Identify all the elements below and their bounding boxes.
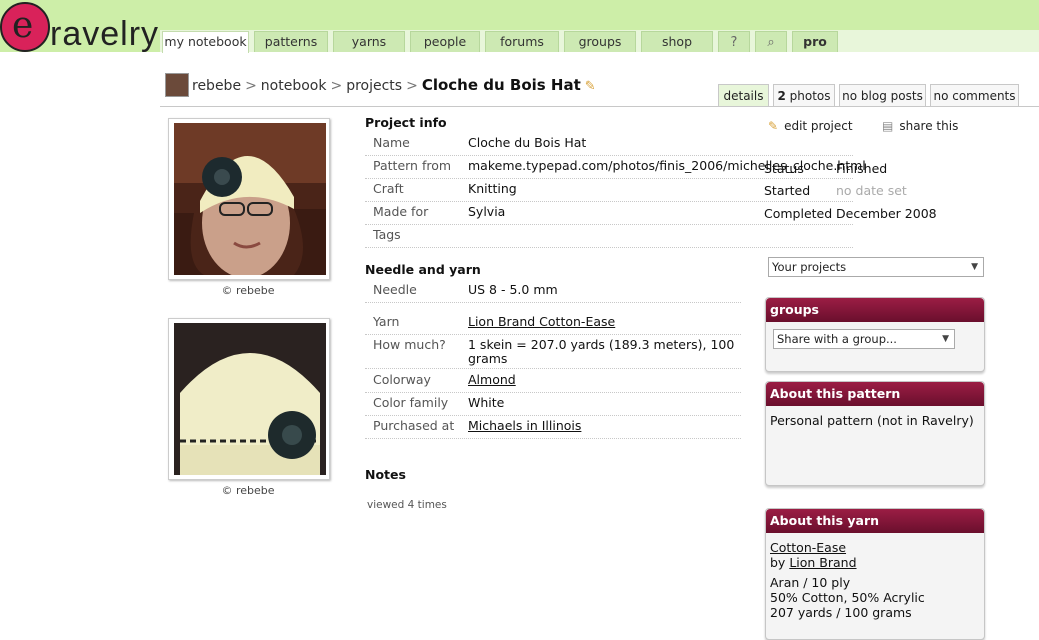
project-photo-2[interactable] bbox=[168, 318, 330, 480]
hat-on-head-photo bbox=[174, 123, 326, 275]
search-icon: ⌕ bbox=[767, 35, 775, 50]
yarn-weight: Aran / 10 ply bbox=[770, 575, 851, 590]
tab-my-notebook[interactable]: my notebook bbox=[162, 31, 249, 53]
about-pattern-panel: About this pattern Personal pattern (not… bbox=[765, 381, 985, 486]
share-this-link[interactable]: ▤ share this bbox=[882, 119, 958, 133]
how-much-row: How much? 1 skein = 207.0 yards (189.3 me… bbox=[365, 334, 741, 369]
tab-details[interactable]: details bbox=[718, 84, 769, 107]
colorway-link[interactable]: Almond bbox=[468, 369, 516, 391]
dropdown-arrow-icon: ▼ bbox=[942, 334, 949, 344]
view-count: viewed 4 times bbox=[367, 499, 447, 511]
status-value: Finished bbox=[836, 161, 888, 176]
yarn-fiber: 50% Cotton, 50% Acrylic bbox=[770, 590, 925, 605]
needle-row: Needle US 8 - 5.0 mm bbox=[365, 279, 741, 303]
help-icon: ? bbox=[730, 35, 738, 50]
about-yarn-title: About this yarn bbox=[766, 509, 984, 533]
pencil-icon[interactable]: ✎ bbox=[585, 79, 596, 94]
your-projects-select[interactable]: Your projects ▼ bbox=[768, 257, 984, 277]
breadcrumb-notebook[interactable]: notebook bbox=[261, 78, 327, 94]
dropdown-arrow-icon: ▼ bbox=[971, 262, 978, 272]
tab-forums[interactable]: forums bbox=[485, 31, 559, 52]
photo-caption: © rebebe bbox=[221, 284, 275, 297]
store-link[interactable]: Michaels in Illinois bbox=[468, 415, 581, 437]
yarn-name-link[interactable]: Cotton-Ease bbox=[770, 540, 980, 555]
about-pattern-title: About this pattern bbox=[766, 382, 984, 406]
breadcrumb-user[interactable]: rebebe bbox=[192, 78, 241, 94]
page-title: Cloche du Bois Hat bbox=[421, 76, 581, 94]
info-row-name: Name Cloche du Bois Hat bbox=[365, 132, 853, 156]
tab-yarns[interactable]: yarns bbox=[333, 31, 405, 52]
needle-yarn-heading: Needle and yarn bbox=[365, 262, 481, 277]
tab-pro[interactable]: pro bbox=[792, 31, 838, 52]
hat-flat-photo bbox=[174, 323, 326, 475]
logo-text: ravelry bbox=[50, 15, 160, 53]
photo-caption: © rebebe bbox=[221, 484, 275, 497]
yarn-yardage: 207 yards / 100 grams bbox=[770, 605, 912, 620]
tab-blog-posts[interactable]: no blog posts bbox=[839, 84, 926, 107]
share-group-select[interactable]: Share with a group... ▼ bbox=[773, 329, 955, 349]
tab-shop[interactable]: shop bbox=[641, 31, 713, 52]
groups-panel: groups Share with a group... ▼ bbox=[765, 297, 985, 372]
project-info-heading: Project info bbox=[365, 115, 447, 130]
breadcrumb-projects[interactable]: projects bbox=[346, 78, 402, 94]
notes-heading: Notes bbox=[365, 467, 406, 482]
started-value: no date set bbox=[836, 183, 907, 198]
status-block: Status Finished Started no date set Comple… bbox=[764, 161, 937, 221]
tab-groups[interactable]: groups bbox=[564, 31, 636, 52]
avatar[interactable] bbox=[165, 73, 189, 97]
divider bbox=[160, 106, 1039, 107]
ravelry-logo[interactable]: e ravelry bbox=[0, 0, 160, 55]
tab-photos[interactable]: 2 photos bbox=[773, 84, 835, 107]
logo-mark: e bbox=[0, 2, 50, 52]
purchased-at-row: Purchased at Michaels in Illinois bbox=[365, 415, 741, 439]
color-family-row: Color family White bbox=[365, 392, 741, 416]
tab-people[interactable]: people bbox=[410, 31, 480, 52]
yarn-brand-link[interactable]: Lion Brand bbox=[789, 555, 856, 570]
pencil-icon: ✎ bbox=[768, 119, 779, 133]
yarn-link[interactable]: Lion Brand Cotton-Ease bbox=[468, 311, 615, 333]
project-photo-1[interactable] bbox=[168, 118, 330, 280]
edit-project-link[interactable]: ✎ edit project bbox=[768, 119, 853, 133]
tab-comments[interactable]: no comments bbox=[930, 84, 1019, 107]
share-icon: ▤ bbox=[882, 119, 894, 133]
tab-patterns[interactable]: patterns bbox=[254, 31, 328, 52]
about-yarn-panel: About this yarn Cotton-Ease by Lion Bran… bbox=[765, 508, 985, 640]
colorway-row: Colorway Almond bbox=[365, 369, 741, 393]
search-button[interactable]: ⌕ bbox=[755, 31, 787, 52]
yarn-row: Yarn Lion Brand Cotton-Ease bbox=[365, 311, 741, 335]
help-button[interactable]: ? bbox=[718, 31, 750, 52]
groups-panel-title: groups bbox=[766, 298, 984, 322]
pattern-description: Personal pattern (not in Ravelry) bbox=[770, 413, 974, 428]
completed-value: December 2008 bbox=[836, 206, 937, 221]
